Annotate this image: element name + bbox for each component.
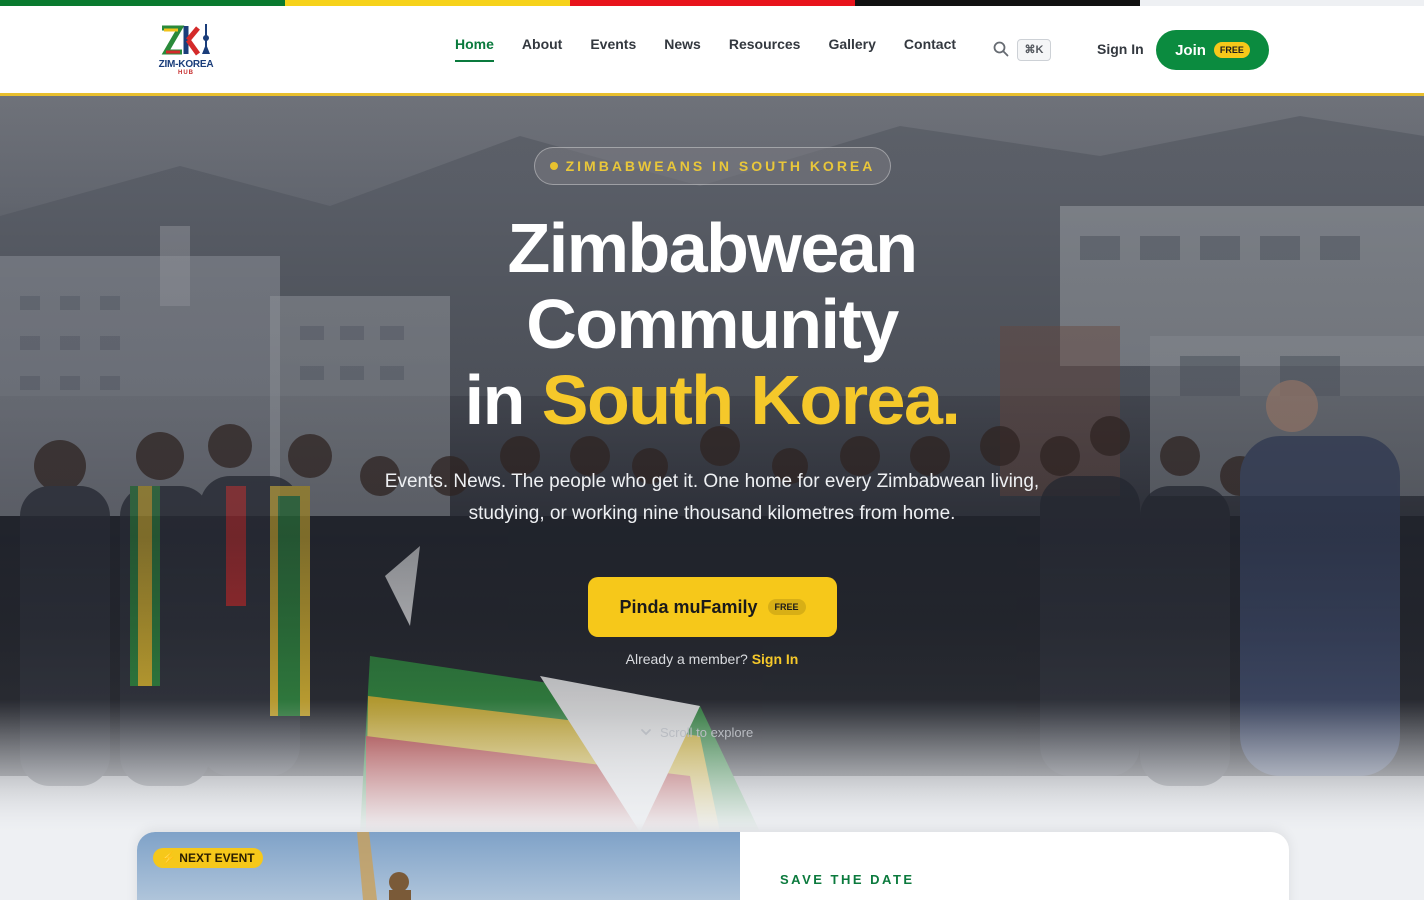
join-button[interactable]: Join FREE [1156,30,1269,70]
nav-resources[interactable]: Resources [729,36,801,62]
eyebrow-text: ZIMBABWEANS IN SOUTH KOREA [565,158,876,174]
nav-about[interactable]: About [522,36,562,62]
hero-title-line1: Zimbabwean [507,209,918,287]
next-event-card[interactable]: ⚡ NEXT EVENT SAVE THE DATE [137,832,1289,900]
member-prompt-text: Already a member? [625,651,748,667]
hero-overlay [0,96,1424,832]
join-free-badge: FREE [1213,42,1250,58]
main-nav: Home About Events News Resources Gallery… [455,36,956,62]
nav-gallery[interactable]: Gallery [828,36,875,62]
cta-label: Pinda muFamily [619,596,758,617]
logo-subtext: HUB [178,70,194,76]
hero-lead: Events. News. The people who get it. One… [384,471,1040,524]
hero-title-line3-prefix: in [464,361,542,439]
event-image: ⚡ NEXT EVENT [137,832,740,900]
hero-title-line2: Community [526,285,899,363]
join-family-button[interactable]: Pinda muFamily FREE [588,577,837,637]
member-prompt: Already a member? Sign In [520,651,904,667]
search-shortcut[interactable]: ⌘K [1017,39,1051,61]
signin-link[interactable]: Sign In [1097,41,1144,57]
hero-eyebrow: ZIMBABWEANS IN SOUTH KOREA [534,147,891,185]
logo-mark-icon [161,24,210,56]
save-the-date-label: SAVE THE DATE [780,872,915,887]
hero-title: Zimbabwean Community in South Korea. [312,210,1112,438]
nav-home[interactable]: Home [455,36,494,62]
site-logo[interactable]: ZIM-KOREA HUB [152,22,222,80]
hero-section: ZIMBABWEANS IN SOUTH KOREA Zimbabwean Co… [0,96,1424,832]
nav-contact[interactable]: Contact [904,36,956,62]
cta-free-badge: FREE [767,599,806,615]
eyebrow-dot-icon [549,162,558,170]
nav-news[interactable]: News [664,36,701,62]
hero-title-highlight: South Korea. [541,361,961,439]
scroll-label: Scroll to explore [660,725,754,740]
chevron-down-icon [641,728,651,735]
scroll-hint[interactable]: Scroll to explore [640,725,790,740]
site-header: ZIM-KOREA HUB Home About Events News Res… [0,6,1424,96]
nav-events[interactable]: Events [590,36,636,62]
search-icon[interactable] [993,41,1009,57]
next-event-badge: ⚡ NEXT EVENT [153,848,263,868]
join-button-label: Join [1175,41,1206,59]
logo-text: ZIM-KOREA [158,59,214,70]
member-signin-link[interactable]: Sign In [752,651,799,667]
